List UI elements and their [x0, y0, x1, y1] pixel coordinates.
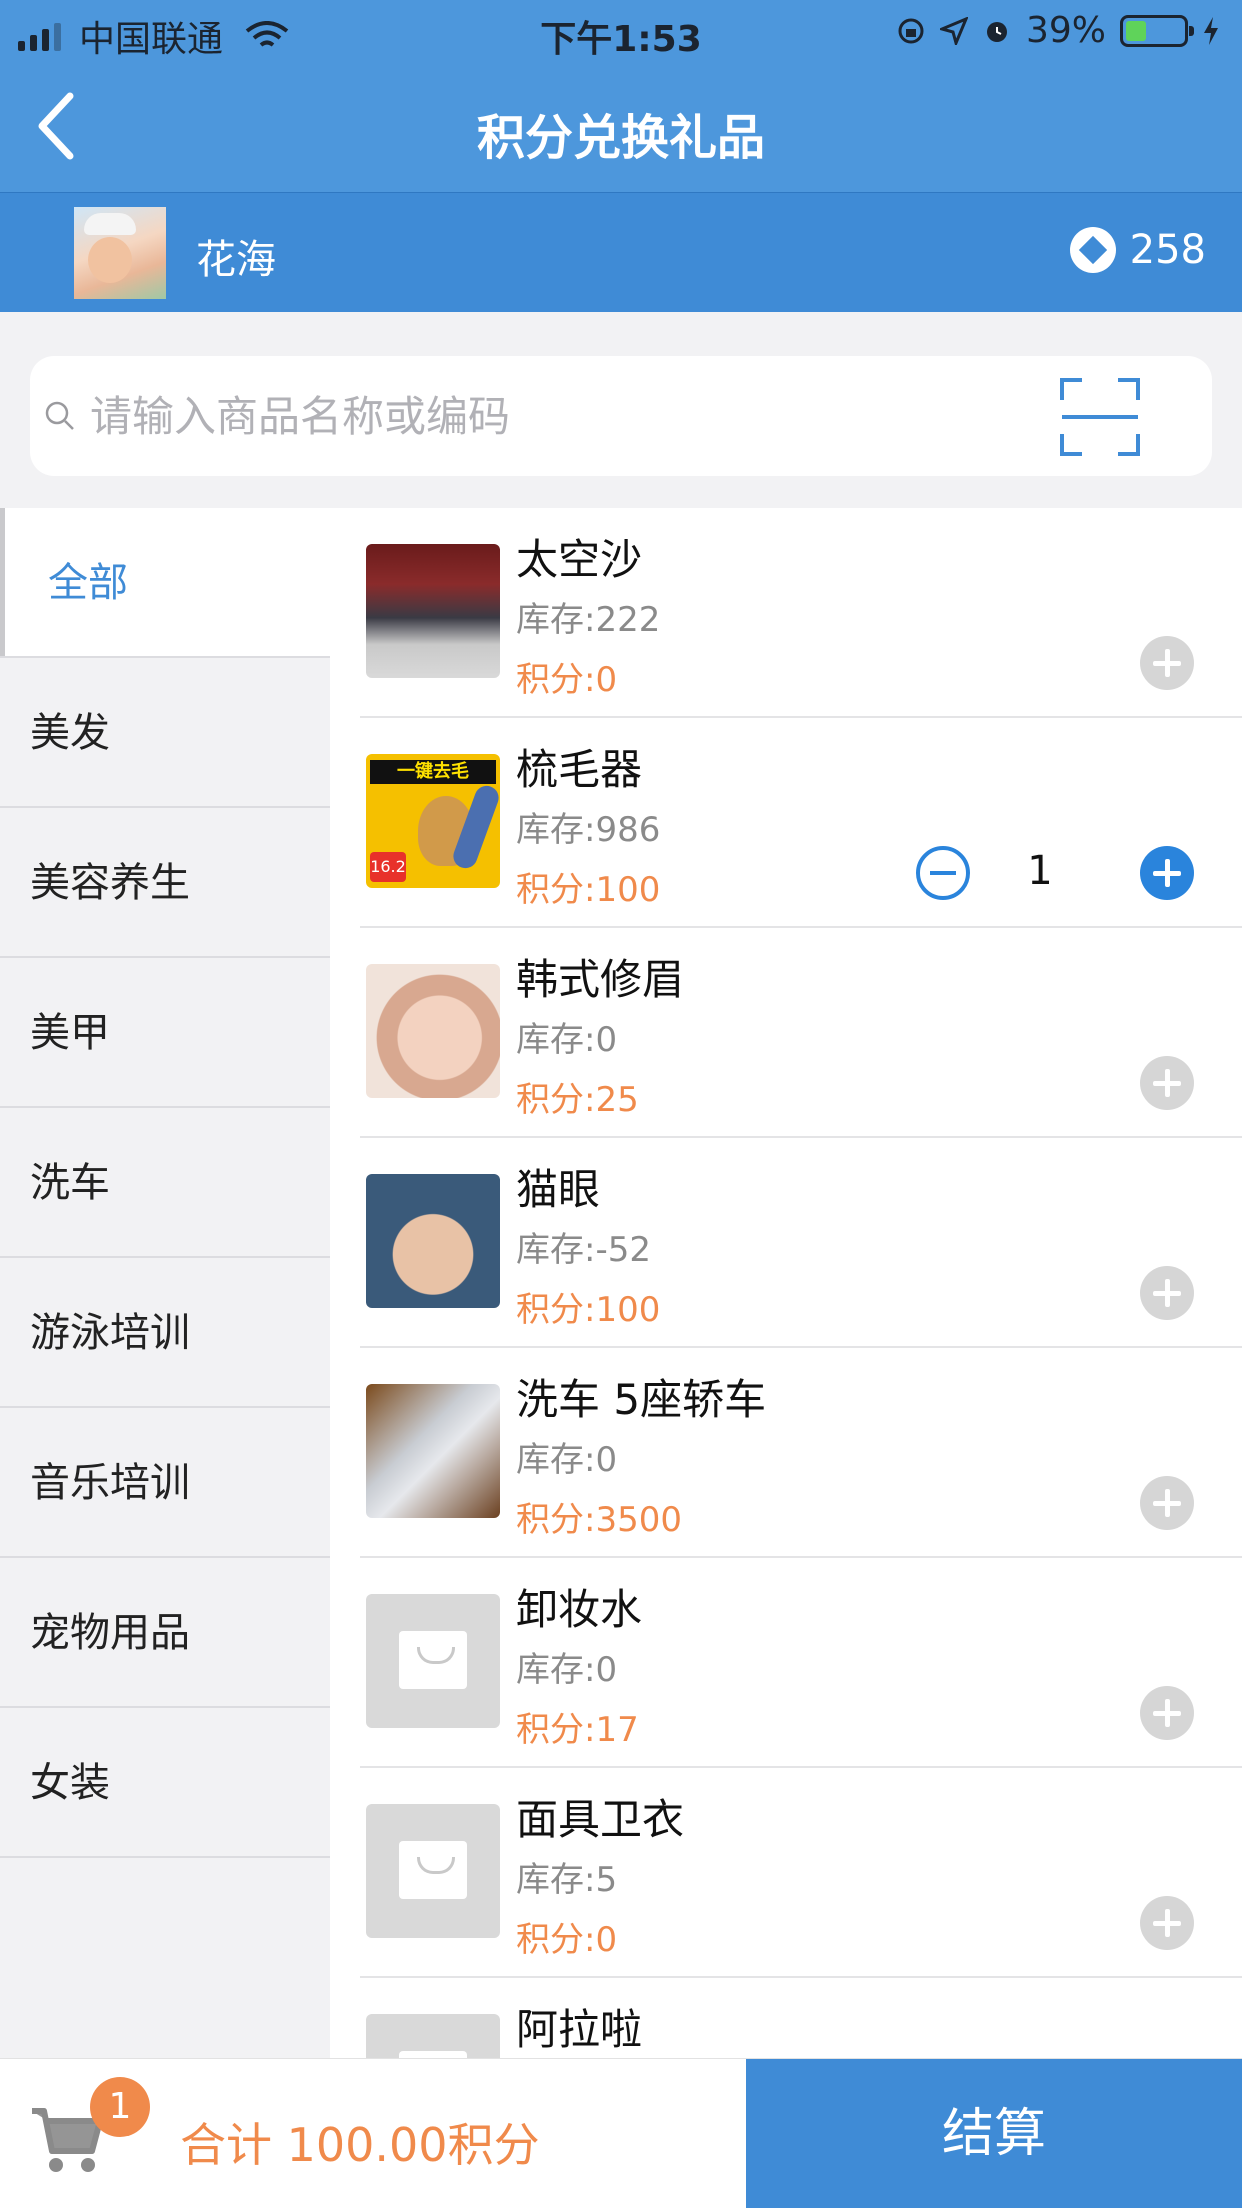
add-icon[interactable] — [1140, 1266, 1194, 1320]
member-points: 258 — [1069, 227, 1206, 273]
product-points: 积分:100 — [516, 870, 661, 910]
checkout-button[interactable]: 结算 — [746, 2059, 1242, 2208]
product-stock: 库存:986 — [516, 810, 661, 850]
search-input[interactable] — [90, 376, 990, 456]
product-image-placeholder — [366, 1804, 500, 1938]
product-image-caption: 一键去毛 — [370, 760, 496, 784]
product-name: 猫眼 — [516, 1165, 601, 1214]
list-item[interactable]: 洗车 5座轿车 库存:0 积分:3500 — [330, 1348, 1242, 1558]
add-icon[interactable] — [1140, 1476, 1194, 1530]
product-stock: 库存:-52 — [516, 1230, 651, 1270]
product-points: 积分:25 — [516, 1080, 639, 1120]
add-icon[interactable] — [1140, 1056, 1194, 1110]
member-name: 花海 — [196, 237, 276, 283]
category-pet[interactable]: 宠物用品 — [0, 1558, 330, 1708]
status-bar: 中国联通 下午1:53 39% — [0, 0, 1242, 62]
decrease-quantity-button[interactable] — [916, 846, 970, 900]
product-image: 一键去毛 16.2 — [366, 754, 500, 888]
add-icon[interactable] — [1140, 1686, 1194, 1740]
product-name: 洗车 5座轿车 — [516, 1375, 767, 1424]
product-stock: 库存:0 — [516, 1440, 618, 1480]
add-icon[interactable] — [1140, 846, 1194, 900]
category-beauty[interactable]: 美容养生 — [0, 808, 330, 958]
page-title: 积分兑换礼品 — [476, 110, 765, 166]
product-name: 太空沙 — [516, 535, 643, 584]
product-points: 积分:3500 — [516, 1500, 682, 1540]
cart-count-badge: 1 — [90, 2077, 150, 2137]
product-image-placeholder — [366, 2014, 500, 2058]
header: 中国联通 下午1:53 39% 积分兑换礼品 — [0, 0, 1242, 192]
product-points: 积分:0 — [516, 1920, 618, 1960]
list-item[interactable]: 韩式修眉 库存:0 积分:25 — [330, 928, 1242, 1138]
list-item[interactable]: 一键去毛 16.2 梳毛器 库存:986 积分:100 1 — [330, 718, 1242, 928]
product-image — [366, 544, 500, 678]
scan-icon[interactable] — [1060, 378, 1140, 456]
quantity-value: 1 — [1027, 848, 1053, 894]
category-sidebar: 全部 美发 美容养生 美甲 洗车 游泳培训 音乐培训 宠物用品 女装 — [0, 508, 330, 2058]
cart-bar: 1 合计 100.00积分 结算 — [0, 2058, 1242, 2208]
alarm-icon — [986, 21, 1007, 42]
product-points: 积分:17 — [516, 1710, 639, 1750]
search-icon — [45, 401, 74, 430]
list-item[interactable]: 猫眼 库存:-52 积分:100 — [330, 1138, 1242, 1348]
list-item[interactable]: 阿拉啦 — [330, 1978, 1242, 2058]
nav-bar: 积分兑换礼品 — [0, 62, 1242, 192]
product-image-placeholder — [366, 1594, 500, 1728]
product-image — [366, 1384, 500, 1518]
product-name: 卸妆水 — [516, 1585, 643, 1634]
cart-total: 合计 100.00积分 — [180, 2118, 540, 2172]
product-name: 面具卫衣 — [516, 1795, 685, 1844]
product-list: 太空沙 库存:222 积分:0 一键去毛 16.2 梳毛器 库存:986 积分:… — [330, 508, 1242, 2058]
member-bar: 花海 258 — [0, 192, 1242, 312]
category-music[interactable]: 音乐培训 — [0, 1408, 330, 1558]
category-swimming[interactable]: 游泳培训 — [0, 1258, 330, 1408]
battery-icon — [1120, 14, 1194, 47]
category-hair[interactable]: 美发 — [0, 658, 330, 808]
product-image — [366, 1174, 500, 1308]
list-item[interactable]: 太空沙 库存:222 积分:0 — [330, 508, 1242, 718]
category-carwash[interactable]: 洗车 — [0, 1108, 330, 1258]
avatar — [74, 207, 166, 299]
product-points: 积分:100 — [516, 1290, 661, 1330]
shopping-bag-icon — [399, 1631, 467, 1689]
search-bar — [30, 356, 1212, 476]
category-womens[interactable]: 女装 — [0, 1708, 330, 1858]
product-stock: 库存:0 — [516, 1020, 618, 1060]
category-all[interactable]: 全部 — [0, 508, 330, 658]
product-image-price: 16.2 — [370, 852, 406, 882]
list-item[interactable]: 卸妆水 库存:0 积分:17 — [330, 1558, 1242, 1768]
rotation-lock-icon — [898, 18, 924, 43]
points-coin-icon — [1069, 227, 1116, 273]
product-stock: 库存:0 — [516, 1650, 618, 1690]
location-icon — [939, 16, 968, 45]
product-stock: 库存:5 — [516, 1860, 618, 1900]
shopping-bag-icon — [399, 1841, 467, 1899]
shopping-bag-icon — [399, 2051, 467, 2058]
add-icon[interactable] — [1140, 636, 1194, 690]
product-name: 阿拉啦 — [516, 2005, 643, 2054]
product-name: 韩式修眉 — [516, 955, 685, 1004]
product-stock: 库存:222 — [516, 600, 661, 640]
points-value: 258 — [1129, 227, 1206, 273]
product-name: 梳毛器 — [516, 745, 643, 794]
charging-icon — [1204, 16, 1218, 45]
battery-percent: 39% — [1025, 10, 1106, 51]
category-nails[interactable]: 美甲 — [0, 958, 330, 1108]
add-icon[interactable] — [1140, 1896, 1194, 1950]
list-item[interactable]: 面具卫衣 库存:5 积分:0 — [330, 1768, 1242, 1978]
product-image — [366, 964, 500, 1098]
product-points: 积分:0 — [516, 660, 618, 700]
